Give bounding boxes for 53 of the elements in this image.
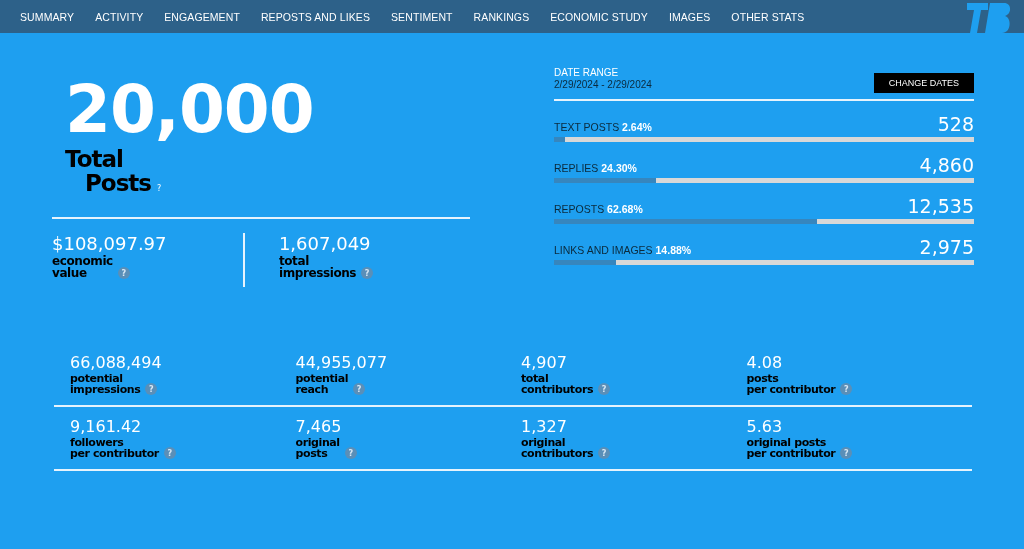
total-posts-label: Total Posts [65,147,152,195]
date-range-value: 2/29/2024 - 2/29/2024 [554,79,652,90]
breakdown-label: REPLIES 24.30% [554,162,637,176]
stat-value: 5.63 [746,417,784,437]
breakdown-label: REPOSTS 62.68% [554,203,643,217]
stat-value: 9,161.42 [70,417,143,437]
nav-tab[interactable]: IMAGES [668,10,711,23]
nav-tab[interactable]: OTHER STATS [731,10,805,23]
help-icon[interactable]: ? [145,383,158,395]
help-icon[interactable]: ? [344,447,357,459]
stat-label: total impressions [278,255,357,279]
stat-label: original contributors [521,437,594,459]
date-range-label: DATE RANGE [554,66,620,79]
breakdown-count: 2,975 [919,236,974,258]
breakdown-count: 4,860 [919,154,974,176]
stat-label: posts per contributor [746,373,836,395]
stat-value: 66,088,494 [70,353,163,373]
stat-value: 4,907 [521,353,568,373]
breakdown-label: LINKS AND IMAGES 14.88% [554,244,692,258]
breakdown-label: TEXT POSTS 2.64% [554,121,652,135]
help-icon[interactable]: ? [361,267,374,279]
stat-value: 4.08 [746,353,784,373]
stat-value: 44,955,077 [295,353,389,373]
nav-tab[interactable]: REPOSTS AND LIKES [260,10,370,23]
nav-tab[interactable]: ECONOMIC STUDY [550,10,648,23]
stat-label: total contributors [521,373,594,395]
stat-label: economic value [52,255,113,279]
help-icon[interactable]: ? [353,383,366,395]
stat-value: 1,327 [521,417,568,437]
stat-label: original posts per contributor [746,437,836,459]
help-icon[interactable]: ? [163,447,176,459]
breakdown-count: 528 [937,113,974,135]
stat-label: followers per contributor [70,437,159,459]
stat-value: 7,465 [295,417,343,437]
stat-label: original posts [295,437,340,459]
help-icon[interactable]: ? [117,267,130,279]
help-icon[interactable]: ? [840,447,853,459]
help-icon[interactable]: ? [598,383,611,395]
help-icon[interactable]: ? [840,383,853,395]
nav-tab[interactable]: SENTIMENT [391,10,453,23]
stat-value: 1,607,049 [278,233,372,255]
help-icon[interactable]: ? [157,184,162,193]
stat-value: $108,097.97 [52,233,168,255]
nav-tab[interactable]: RANKINGS [473,10,530,23]
stat-label: potential impressions [70,373,141,395]
total-posts-value: 20,000 [65,73,315,147]
change-dates-button[interactable]: CHANGE DATES [873,73,974,93]
breakdown-count: 12,535 [907,195,974,217]
nav-tab[interactable]: SUMMARY [20,10,75,23]
help-icon[interactable]: ? [598,447,611,459]
nav-tab[interactable]: ACTIVITY [95,10,144,23]
nav-tab[interactable]: ENGAGEMENT [164,10,240,23]
stat-label: potential reach [295,373,349,395]
